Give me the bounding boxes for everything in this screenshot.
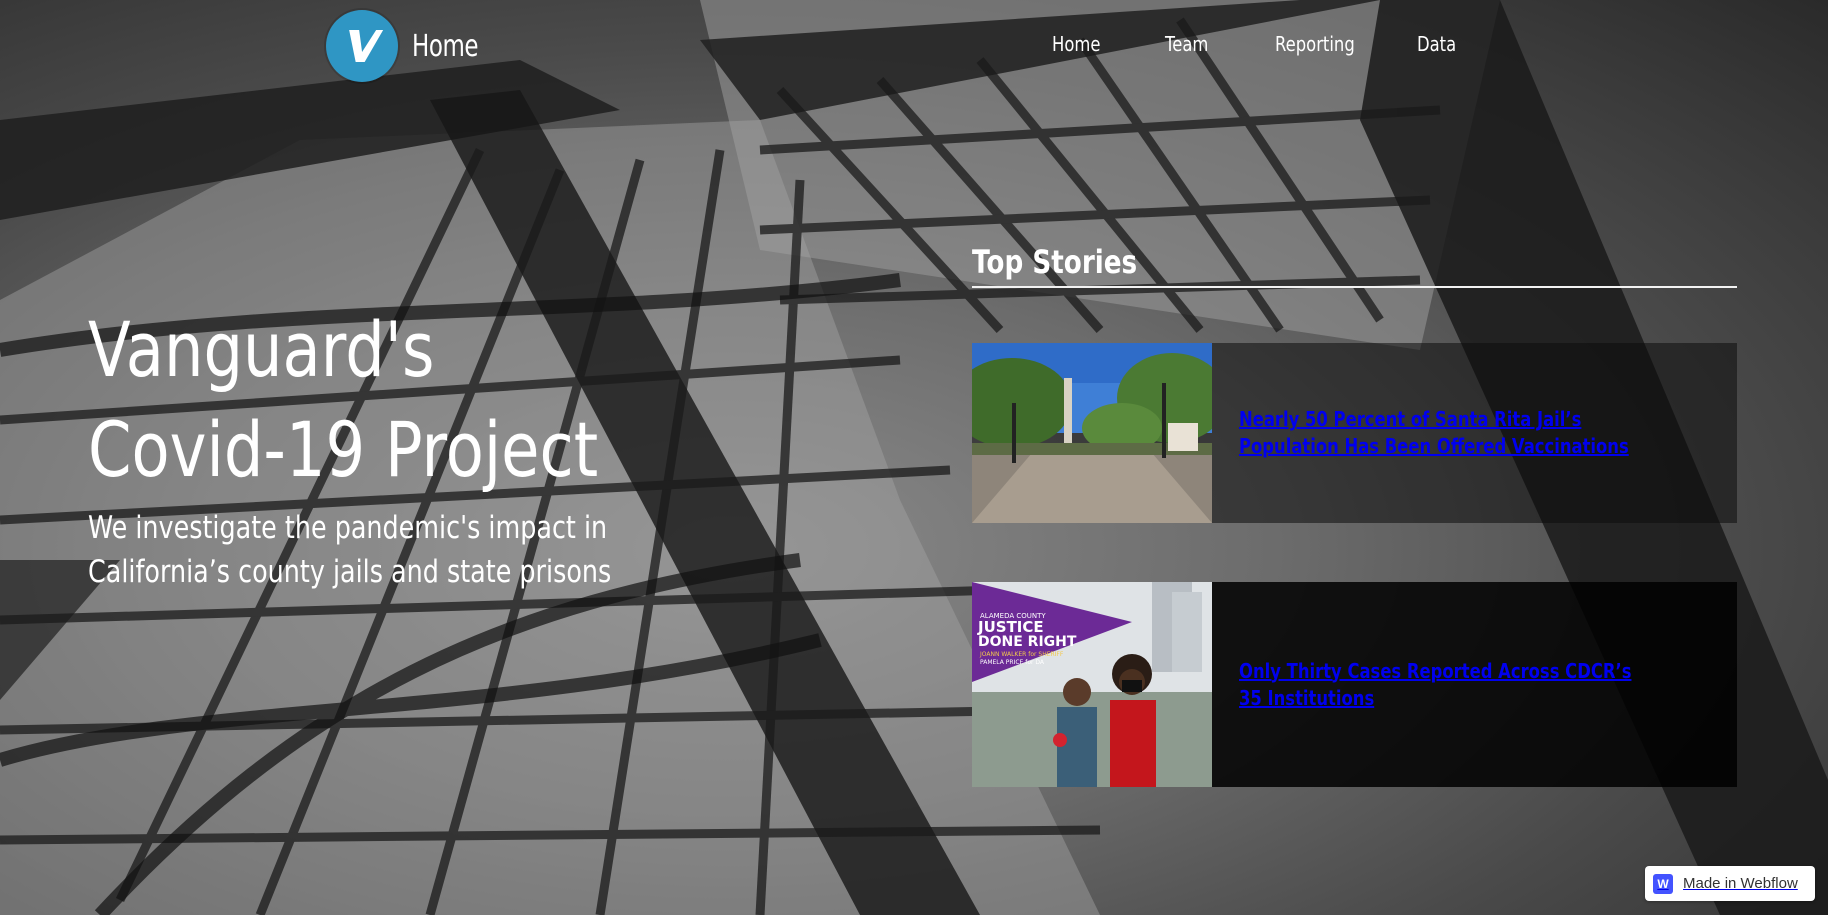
webflow-logo-icon: W — [1653, 873, 1673, 894]
nav-data[interactable]: Data — [1417, 32, 1456, 56]
brand-home-link[interactable]: Home — [326, 10, 490, 82]
poster-line-4: JOANN WALKER for SHERIFF — [979, 651, 1064, 658]
webflow-badge-label: Made in Webflow — [1683, 875, 1798, 892]
made-in-webflow-badge[interactable]: W Made in Webflow — [1645, 866, 1815, 901]
story-2-thumbnail: ALAMEDA COUNTY JUSTICE DONE RIGHT JOANN … — [972, 582, 1212, 787]
story-card-2[interactable]: ALAMEDA COUNTY JUSTICE DONE RIGHT JOANN … — [972, 582, 1737, 787]
top-navigation-bar: Home Home Team Reporting Data — [0, 0, 1828, 92]
nav-home[interactable]: Home — [1052, 32, 1100, 56]
hero-subtitle-line-1: We investigate the pandemic's impact in — [88, 510, 608, 546]
story-1-thumbnail — [972, 343, 1212, 523]
hero-title: Vanguard's Covid-19 Project — [88, 300, 788, 500]
story-2-title: Only Thirty Cases Reported Across CDCR’s… — [1239, 658, 1632, 710]
top-stories-section: Top Stories Nearly 50 Percent of Santa R… — [972, 240, 1737, 787]
nav-reporting[interactable]: Reporting — [1275, 32, 1355, 56]
street-photo-icon — [972, 343, 1212, 523]
hero-subtitle: We investigate the pandemic's impact in … — [88, 506, 788, 594]
poster-line-5: PAMELA PRICE for DA — [980, 659, 1045, 666]
nav-team[interactable]: Team — [1165, 32, 1208, 56]
story-card-1[interactable]: Nearly 50 Percent of Santa Rita Jail’s P… — [972, 343, 1737, 523]
story-1-title: Nearly 50 Percent of Santa Rita Jail’s P… — [1239, 407, 1629, 458]
poster-line-3: DONE RIGHT — [978, 634, 1077, 650]
brand-label: Home — [412, 28, 479, 64]
campaign-photo-icon: ALAMEDA COUNTY JUSTICE DONE RIGHT JOANN … — [972, 582, 1212, 787]
top-stories-divider — [972, 286, 1737, 288]
hero-section: Vanguard's Covid-19 Project We investiga… — [88, 300, 788, 594]
hero-title-line-1: Vanguard's — [88, 305, 435, 394]
hero-title-line-2: Covid-19 Project — [88, 405, 599, 494]
vanguard-logo-icon — [326, 10, 398, 82]
hero-subtitle-line-2: California’s county jails and state pris… — [88, 554, 612, 590]
top-stories-heading: Top Stories — [972, 243, 1138, 281]
